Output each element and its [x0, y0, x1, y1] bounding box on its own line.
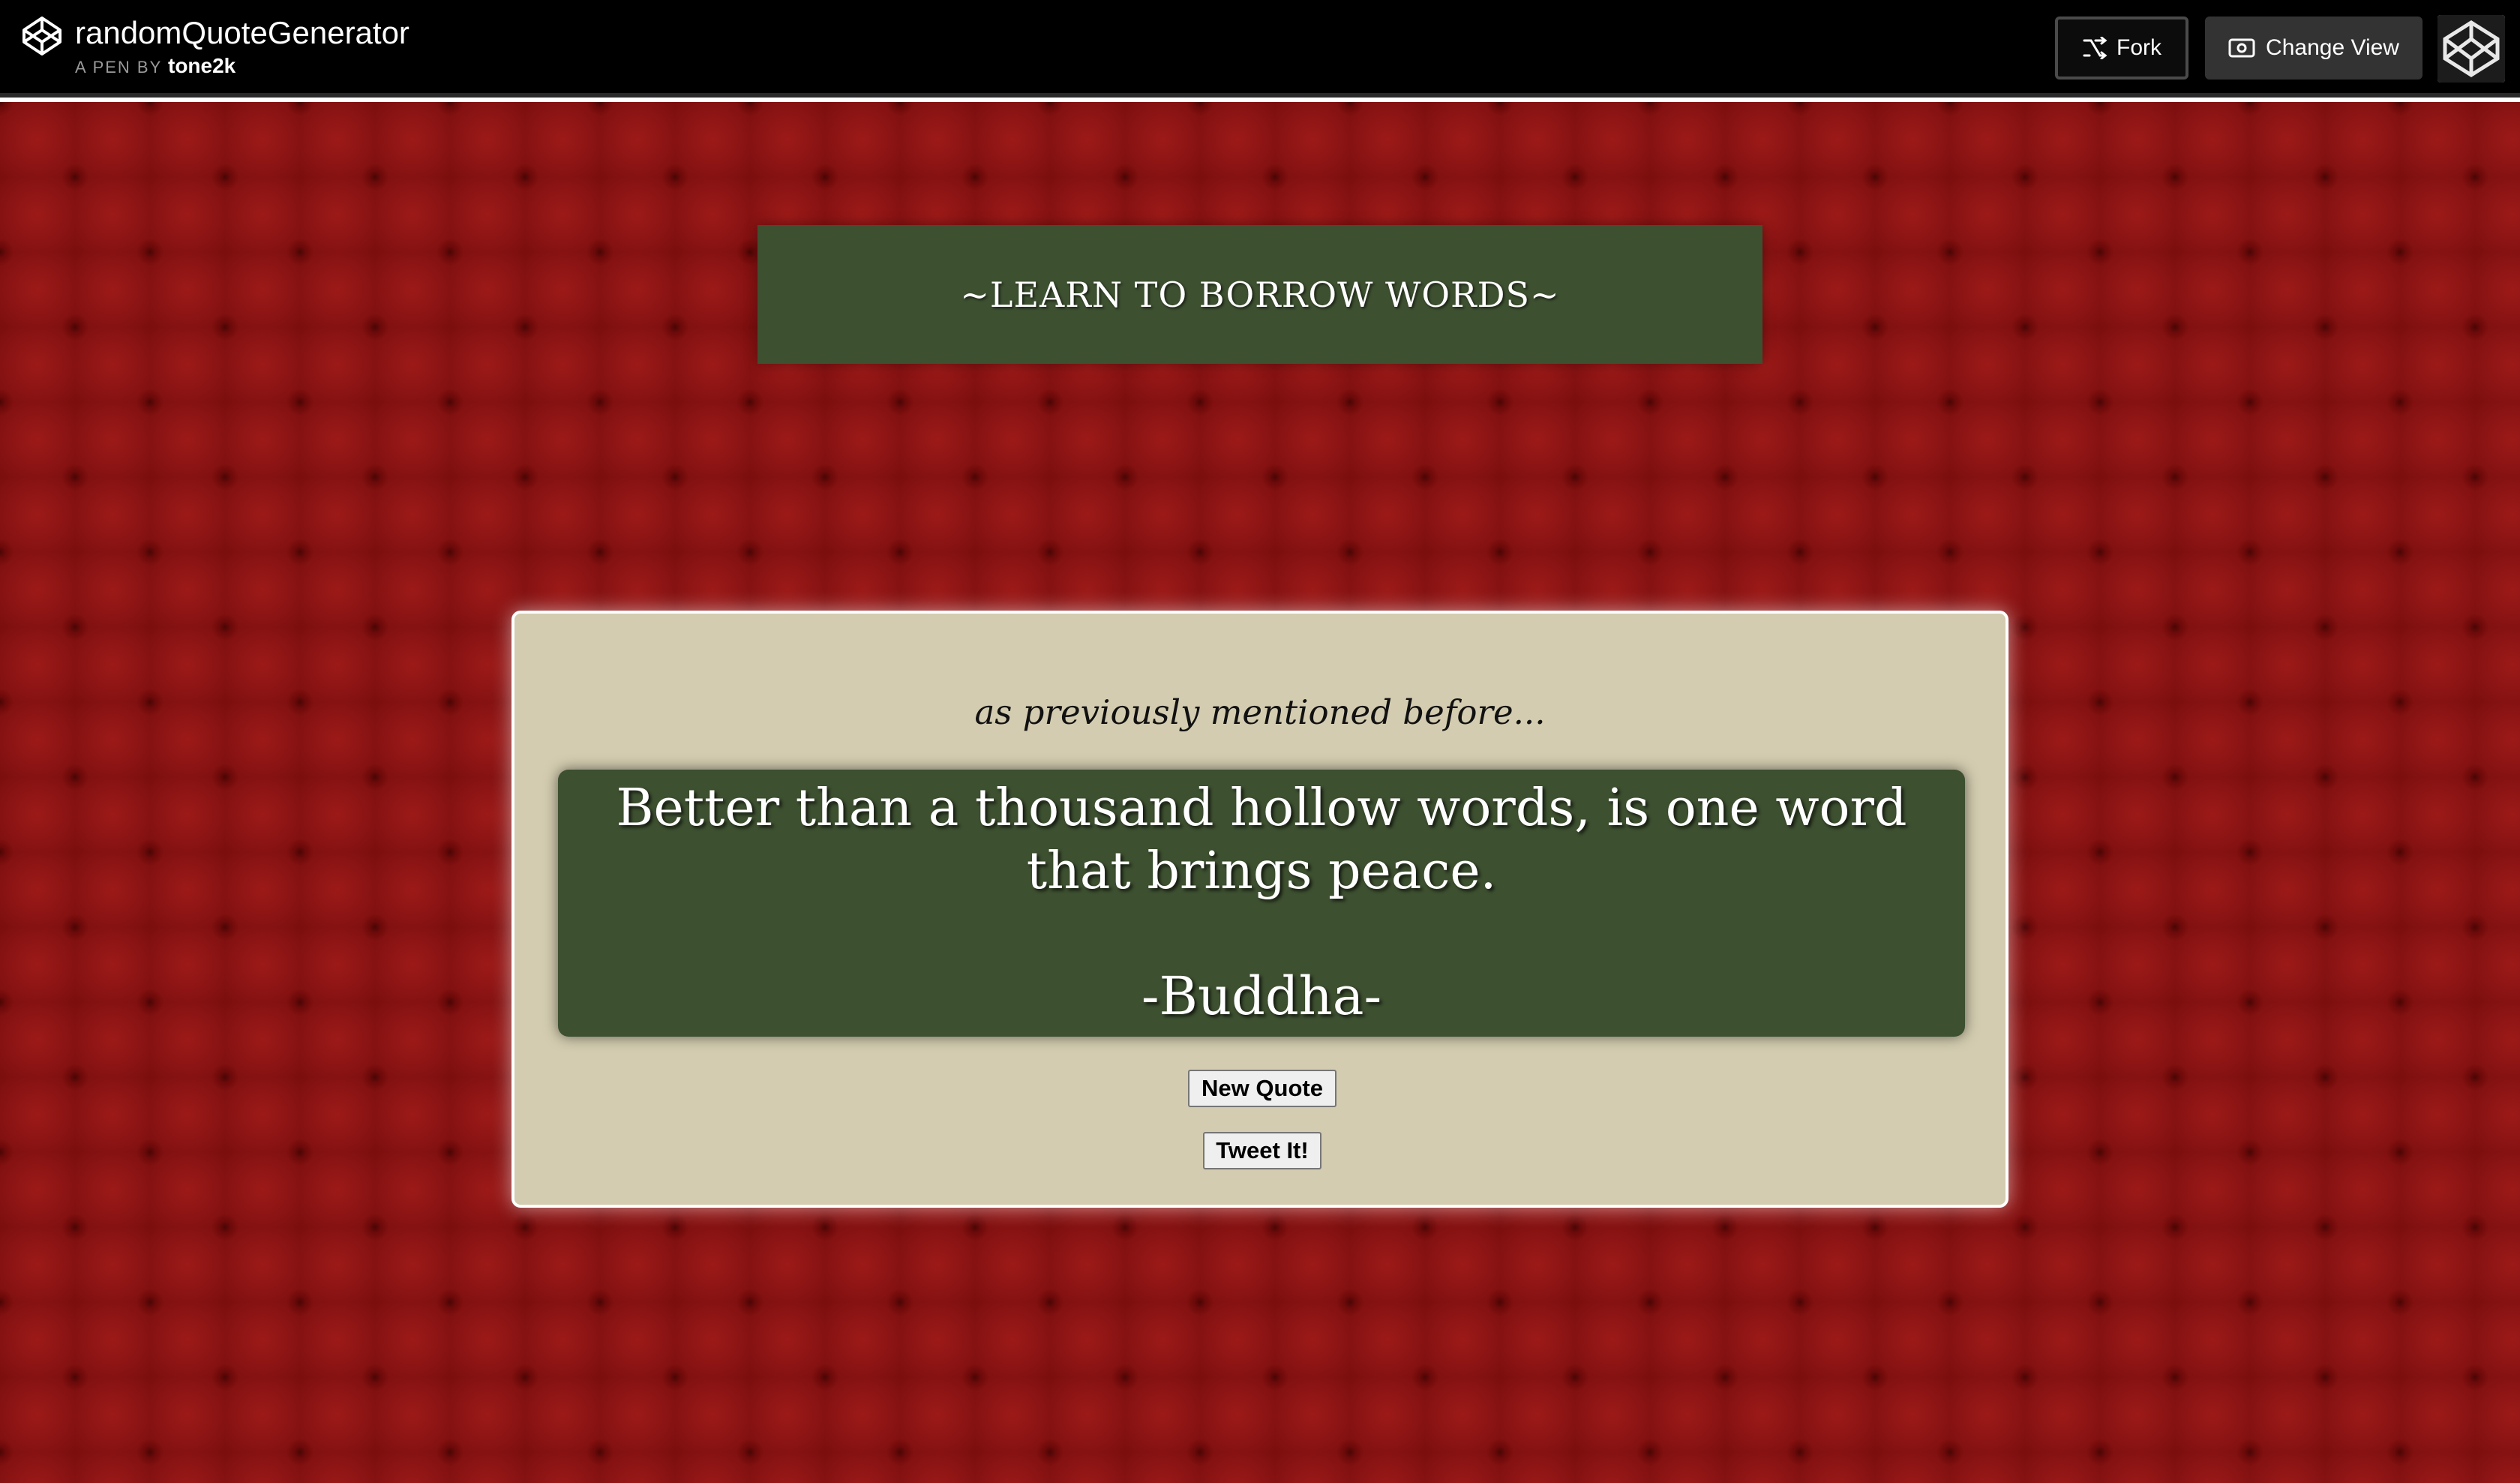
change-view-button[interactable]: Change View: [2205, 17, 2422, 80]
new-quote-button[interactable]: New Quote: [1188, 1070, 1336, 1107]
tweet-button[interactable]: Tweet It!: [1203, 1132, 1322, 1169]
banner-title: ~LEARN TO BORROW WORDS~: [960, 274, 1560, 315]
title-banner: ~LEARN TO BORROW WORDS~: [758, 225, 1762, 364]
eye-icon: [2228, 38, 2255, 58]
fork-button[interactable]: Fork: [2055, 17, 2188, 80]
quote-text: Better than a thousand hollow words, is …: [616, 779, 1907, 901]
fork-label: Fork: [2116, 35, 2162, 60]
change-view-label: Change View: [2266, 35, 2399, 60]
fork-icon: [2083, 37, 2108, 59]
pen-byline: A PEN BY tone2k: [75, 53, 236, 81]
intro-text: as previously mentioned before...: [974, 692, 1546, 732]
codepen-logo-icon[interactable]: [20, 14, 64, 59]
codepen-header: randomQuoteGenerator A PEN BY tone2k For…: [0, 0, 2520, 98]
pen-title: randomQuoteGenerator: [75, 15, 410, 50]
pen-author-link[interactable]: tone2k: [168, 54, 236, 77]
quote-box: Better than a thousand hollow words, is …: [558, 770, 1965, 1037]
avatar-graphic: [2438, 15, 2505, 83]
byline-prefix: A PEN BY: [75, 58, 162, 77]
quote-author: -Buddha-: [1141, 965, 1382, 1027]
user-avatar[interactable]: [2438, 15, 2505, 83]
quote-card: as previously mentioned before... Better…: [512, 611, 2008, 1208]
